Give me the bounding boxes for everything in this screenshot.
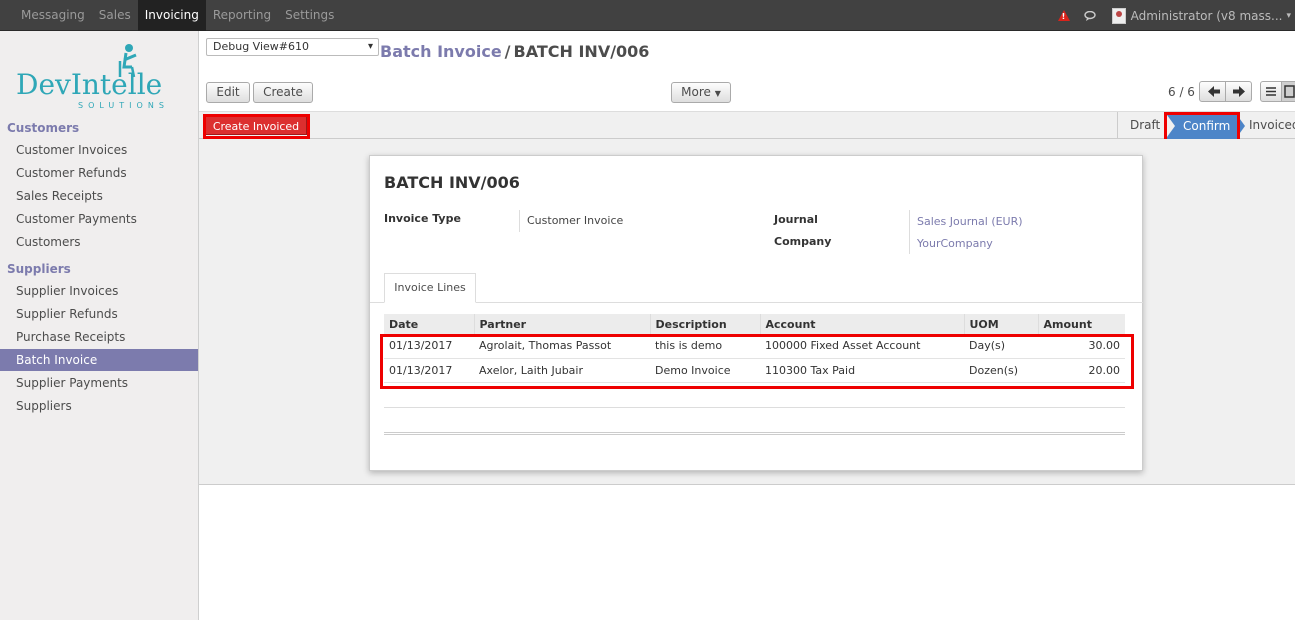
sidebar-item-suppliers[interactable]: Suppliers — [0, 395, 198, 417]
divider — [384, 432, 1125, 435]
avatar[interactable] — [1111, 7, 1126, 24]
sidebar-item-customer-invoices[interactable]: Customer Invoices — [0, 139, 198, 161]
highlight-confirm — [1164, 112, 1240, 142]
column-header-partner[interactable]: Partner — [474, 314, 651, 334]
sidebar-item-batch-invoice[interactable]: Batch Invoice — [0, 349, 198, 371]
status-draft[interactable]: Draft — [1130, 112, 1160, 138]
status-bar: Create Invoiced Draft Confirm Invoiced — [199, 111, 1295, 142]
sidebar-item-supplier-refunds[interactable]: Supplier Refunds — [0, 303, 198, 325]
breadcrumb-separator: / — [504, 42, 511, 61]
sidebar-item-supplier-invoices[interactable]: Supplier Invoices — [0, 280, 198, 302]
breadcrumb: Batch Invoice / BATCH INV/006 — [380, 42, 649, 61]
logo-subtext: SOLUTIONS — [78, 101, 169, 110]
previous-record-button[interactable] — [1199, 81, 1226, 102]
highlight-invoice-lines — [380, 334, 1134, 389]
chevron-down-icon[interactable]: ▾ — [1286, 11, 1291, 21]
company-logo: DevIntelle SOLUTIONS — [16, 44, 169, 110]
menu-settings[interactable]: Settings — [278, 0, 341, 31]
divider — [384, 407, 1125, 408]
menu-reporting[interactable]: Reporting — [206, 0, 278, 31]
chat-icon[interactable] — [1083, 10, 1098, 21]
pager-value: 6 / 6 — [1168, 85, 1195, 99]
caret-down-icon: ▼ — [714, 89, 721, 98]
form-icon — [1284, 85, 1295, 98]
column-header-description[interactable]: Description — [650, 314, 761, 334]
status-separator — [1117, 112, 1118, 139]
sidebar-item-customer-payments[interactable]: Customer Payments — [0, 208, 198, 230]
create-button[interactable]: Create — [253, 82, 313, 103]
sidebar-section-suppliers: Suppliers — [7, 262, 71, 276]
company-label: Company — [774, 235, 832, 248]
journal-value[interactable]: Sales Journal (EUR) — [917, 215, 1023, 228]
list-view-button[interactable] — [1260, 81, 1282, 102]
invoice-type-label: Invoice Type — [384, 212, 461, 225]
tab-bar — [370, 302, 1143, 303]
sidebar-item-purchase-receipts[interactable]: Purchase Receipts — [0, 326, 198, 348]
record-title: BATCH INV/006 — [384, 173, 520, 192]
menu-sales[interactable]: Sales — [92, 0, 138, 31]
control-panel: Debug View#610 Batch Invoice/BATCH INV/0… — [199, 31, 1295, 111]
breadcrumb-current: BATCH INV/006 — [513, 42, 650, 61]
column-header-date[interactable]: Date — [384, 314, 475, 334]
highlight-create-invoiced — [203, 114, 310, 139]
menu-messaging[interactable]: Messaging — [14, 0, 92, 31]
more-label: More — [681, 85, 711, 99]
invoice-type-value: Customer Invoice — [527, 214, 624, 227]
column-header-uom[interactable]: UOM — [964, 314, 1039, 334]
more-button[interactable]: More ▼ — [671, 82, 731, 103]
top-right-area: ! Administrator (v8 mass... ▾ — [1057, 0, 1291, 31]
status-invoiced[interactable]: Invoiced — [1249, 112, 1295, 138]
column-header-account[interactable]: Account — [760, 314, 965, 334]
next-record-button[interactable] — [1225, 81, 1252, 102]
menu-invoicing[interactable]: Invoicing — [137, 0, 206, 31]
company-value[interactable]: YourCompany — [917, 237, 993, 250]
sidebar-section-customers: Customers — [7, 121, 80, 135]
top-menu: Messaging Sales Invoicing Reporting Sett… — [14, 0, 341, 31]
top-navbar: Messaging Sales Invoicing Reporting Sett… — [0, 0, 1295, 31]
logo-text: DevIntelle — [16, 68, 162, 101]
list-icon — [1266, 87, 1276, 96]
field-separator — [909, 210, 910, 254]
sidebar-item-customers[interactable]: Customers — [0, 231, 198, 253]
edit-button[interactable]: Edit — [206, 82, 250, 103]
sidebar-item-supplier-payments[interactable]: Supplier Payments — [0, 372, 198, 394]
column-header-amount[interactable]: Amount — [1038, 314, 1125, 334]
warning-icon[interactable]: ! — [1057, 10, 1070, 21]
table-header-row: Date Partner Description Account UOM Amo… — [384, 314, 1125, 334]
debug-view-select[interactable]: Debug View#610 — [206, 38, 379, 56]
form-sheet: BATCH INV/006 Invoice Type Customer Invo… — [369, 155, 1143, 471]
breadcrumb-parent[interactable]: Batch Invoice — [380, 42, 502, 61]
sidebar-item-sales-receipts[interactable]: Sales Receipts — [0, 185, 198, 207]
arrow-left-icon — [1208, 86, 1220, 97]
sidebar-item-customer-refunds[interactable]: Customer Refunds — [0, 162, 198, 184]
tab-invoice-lines[interactable]: Invoice Lines — [384, 273, 476, 303]
main-content: Debug View#610 Batch Invoice/BATCH INV/0… — [199, 31, 1295, 620]
sidebar: DevIntelle SOLUTIONS Customers Customer … — [0, 31, 199, 620]
field-separator — [519, 210, 520, 232]
user-menu[interactable]: Administrator (v8 mass... — [1131, 9, 1283, 23]
arrow-right-icon — [1233, 86, 1245, 97]
journal-label: Journal — [774, 213, 818, 226]
form-view-button[interactable] — [1281, 81, 1295, 102]
